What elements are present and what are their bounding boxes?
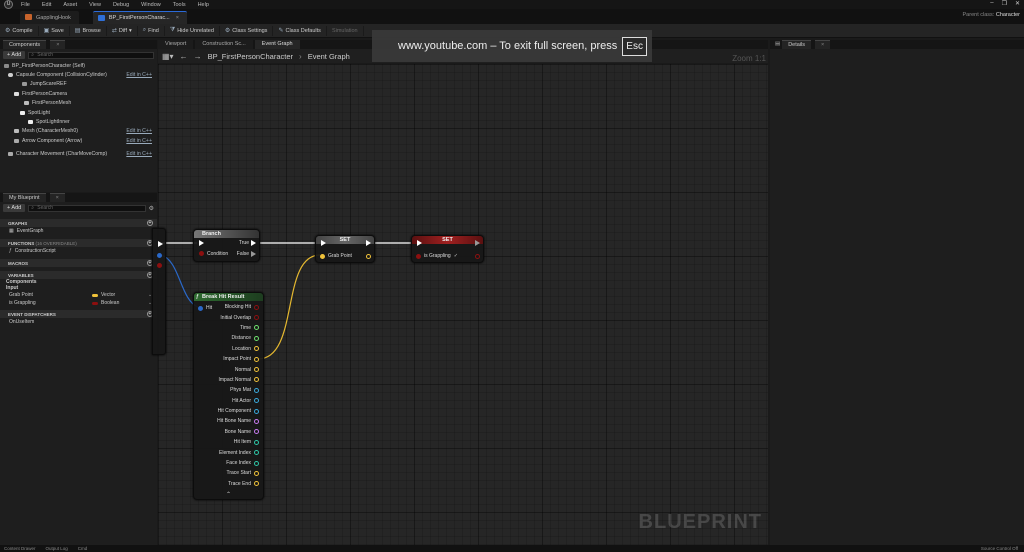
hit-result-pin-row: Phys Mat: [194, 385, 263, 395]
hit-result-pin-label: Initial Overlap: [220, 314, 251, 321]
hit-result-pin-row: Element Index: [194, 447, 263, 457]
details-icon: ▤: [775, 41, 781, 47]
exec-in-pin[interactable]: [417, 240, 422, 246]
details-tab[interactable]: ▤ Details ×: [770, 40, 1024, 49]
hit-result-out-pin[interactable]: [254, 439, 259, 445]
hit-result-pin-label: Hit Component: [217, 408, 251, 415]
hit-result-out-pin[interactable]: [254, 304, 259, 310]
hit-result-pin-row: Distance: [194, 333, 263, 343]
hit-result-pin-row: Normal: [194, 364, 263, 374]
hit-result-out-pin[interactable]: [254, 429, 259, 435]
cmd-input[interactable]: Cmd: [78, 546, 88, 551]
output-log-button[interactable]: Output Log: [46, 546, 68, 551]
hit-result-out-pin[interactable]: [254, 408, 259, 414]
hit-result-pin-row: Bone Name: [194, 427, 263, 437]
exec-out-pin[interactable]: [158, 241, 163, 247]
hit-result-pin-row: Location: [194, 344, 263, 354]
exec-in-pin[interactable]: [321, 240, 326, 246]
hit-result-out-pin[interactable]: [254, 470, 259, 476]
hit-out-pin[interactable]: [157, 253, 162, 258]
esc-key-badge: Esc: [622, 36, 647, 56]
hit-result-out-pin[interactable]: [254, 450, 259, 456]
hit-result-out-pin[interactable]: [254, 346, 259, 352]
false-exec-pin[interactable]: [251, 250, 256, 257]
hit-result-out-pin[interactable]: [254, 481, 259, 487]
partial-node[interactable]: [152, 228, 166, 355]
is-grappling-in-pin[interactable]: [416, 253, 421, 259]
hit-result-pin-row: Face Index: [194, 458, 263, 468]
hit-result-pin-label: Normal: [234, 366, 251, 373]
hit-result-pin-label: Distance: [231, 335, 251, 342]
condition-pin[interactable]: [199, 251, 204, 257]
hit-result-pin-label: Trace End: [228, 480, 251, 487]
hit-result-out-pin[interactable]: [254, 325, 259, 331]
break-hit-result-node[interactable]: ƒ Break Hit Result Hit Blocking Hit Initi…: [193, 292, 264, 500]
hit-result-pin-row: Hit Bone Name: [194, 416, 263, 426]
grab-point-out-pin[interactable]: [366, 253, 371, 259]
checkbox-checked-icon[interactable]: ✓: [454, 253, 458, 259]
fullscreen-notice: www.youtube.com – To exit full screen, p…: [372, 30, 652, 62]
hit-result-pin-label: Bone Name: [224, 428, 251, 435]
hit-result-out-pin[interactable]: [254, 387, 259, 393]
hit-result-pin-row: Hit Actor: [194, 396, 263, 406]
hit-result-pin-row: Trace End: [194, 479, 263, 489]
hit-result-pin-label: Time: [240, 324, 251, 331]
hit-result-pin-row: Impact Point: [194, 354, 263, 364]
hit-result-pin-label: Hit Item: [233, 439, 251, 446]
grab-point-in-pin[interactable]: [320, 253, 325, 259]
hit-result-pin-row: Initial Overlap: [194, 312, 263, 322]
break-hit-result-pins: Hit Blocking Hit Initial Overlap Time Dista…: [194, 301, 263, 489]
branch-header: Branch: [194, 230, 259, 238]
hit-result-out-pin[interactable]: [254, 398, 259, 404]
hit-result-out-pin[interactable]: [254, 367, 259, 373]
hit-result-pin-label: Element Index: [219, 449, 251, 456]
hit-result-pin-row: Time: [194, 323, 263, 333]
is-grappling-out-pin[interactable]: [475, 253, 480, 259]
hit-result-pin-label: Location: [232, 345, 251, 352]
set-is-grappling-node[interactable]: SET is Grappling ✓: [411, 235, 484, 263]
set-grab-point-node[interactable]: SET Grab Point: [315, 235, 375, 263]
exec-out-pin[interactable]: [475, 240, 480, 246]
hit-result-out-pin[interactable]: [254, 377, 259, 383]
hit-result-out-pin[interactable]: [254, 315, 259, 321]
branch-node[interactable]: Branch True Condition False: [193, 229, 260, 262]
hit-result-out-pin[interactable]: [254, 460, 259, 466]
exec-out-pin[interactable]: [366, 240, 371, 246]
hit-result-pin-label: Phys Mat: [230, 387, 251, 394]
details-panel: ▤ Details ×: [770, 40, 1024, 545]
close-icon[interactable]: ×: [815, 40, 831, 49]
content-drawer-button[interactable]: Content Drawer: [4, 546, 36, 551]
bool-out-pin[interactable]: [157, 263, 162, 268]
hit-result-pin-row: Impact Normal: [194, 375, 263, 385]
true-exec-pin[interactable]: [251, 240, 256, 247]
impact-point-wire: [257, 254, 321, 360]
hit-result-pin-label: Hit Actor: [232, 397, 251, 404]
hit-result-pin-label: Impact Point: [223, 356, 251, 363]
hit-result-out-pin[interactable]: [254, 356, 259, 362]
hit-result-out-pin[interactable]: [254, 335, 259, 341]
hit-result-pin-label: Blocking Hit: [224, 304, 251, 311]
hit-result-pin-row: Blocking Hit: [194, 302, 263, 312]
hit-result-out-pin[interactable]: [254, 418, 259, 424]
status-bar: Content Drawer Output Log Cmd Source Con…: [0, 545, 1024, 552]
expand-chevron-icon[interactable]: ⌃: [194, 491, 263, 498]
hit-result-pin-label: Trace Start: [226, 470, 251, 477]
source-control-status[interactable]: Source Control Off: [981, 546, 1018, 551]
hit-result-pin-row: Trace Start: [194, 468, 263, 478]
hit-result-pin-label: Face Index: [226, 460, 251, 467]
hit-result-pin-label: Impact Normal: [218, 376, 251, 383]
exec-in-pin[interactable]: [199, 240, 204, 247]
hit-result-pin-label: Hit Bone Name: [217, 418, 251, 425]
hit-result-pin-row: Hit Component: [194, 406, 263, 416]
hit-result-pin-row: Hit Item: [194, 437, 263, 447]
function-icon: ƒ: [196, 294, 199, 300]
